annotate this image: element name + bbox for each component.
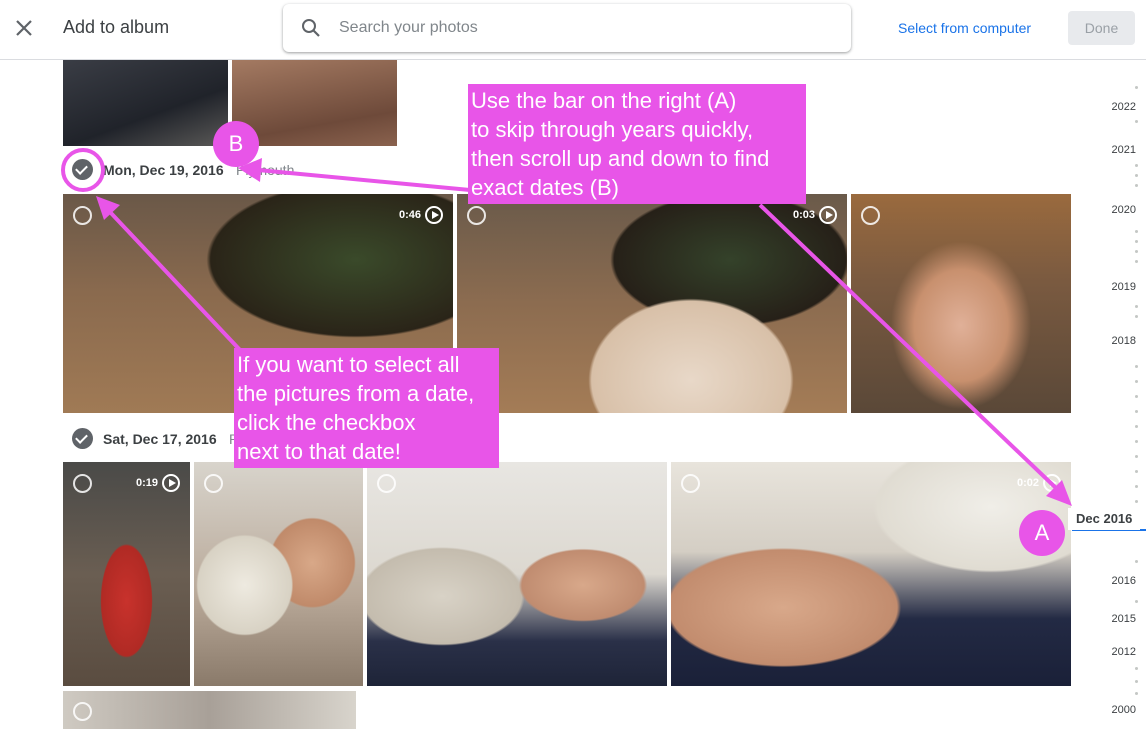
timeline-year[interactable]: 2021	[1112, 144, 1136, 156]
timeline-dot	[1135, 174, 1138, 177]
photo-select-circle[interactable]	[73, 474, 92, 493]
play-icon	[819, 206, 837, 224]
timeline-dot	[1135, 260, 1138, 263]
video-thumbnail[interactable]: 0:02	[671, 462, 1071, 686]
timeline-scrubber[interactable]: 2022 2021 2020 2019 2018 2016 2015 2012 …	[1085, 60, 1146, 729]
photo-thumbnail[interactable]	[851, 194, 1071, 413]
timeline-dot	[1135, 560, 1138, 563]
photo-select-circle[interactable]	[681, 474, 700, 493]
annotation-line: then scroll up and down to find	[471, 146, 770, 171]
photo-thumbnail[interactable]	[194, 462, 363, 686]
timeline-dot	[1135, 500, 1138, 503]
timeline-dot	[1135, 315, 1138, 318]
annotation-timeline-tip: Use the bar on the right (A) to skip thr…	[468, 84, 806, 204]
annotation-line: the pictures from a date,	[237, 381, 475, 406]
annotation-badge-b: B	[213, 121, 259, 167]
date-heading: Sat, Dec 17, 2016	[103, 431, 217, 447]
photo-select-circle[interactable]	[861, 206, 880, 225]
video-duration: 0:19	[135, 477, 158, 489]
timeline-dot	[1135, 365, 1138, 368]
annotation-line: exact dates (B)	[471, 175, 619, 200]
date-select-checkbox[interactable]	[72, 159, 93, 180]
timeline-dot	[1135, 305, 1138, 308]
search-icon	[302, 19, 320, 37]
timeline-year[interactable]: 2000	[1112, 704, 1136, 716]
dialog-title: Add to album	[63, 17, 170, 37]
video-duration: 0:02	[1016, 477, 1039, 489]
timeline-dot	[1135, 164, 1138, 167]
select-from-computer-link[interactable]: Select from computer	[898, 20, 1031, 36]
play-icon	[425, 206, 443, 224]
photo-select-circle[interactable]	[73, 206, 92, 225]
date-select-checkbox[interactable]	[72, 428, 93, 449]
timeline-dot	[1135, 240, 1138, 243]
play-icon	[1043, 474, 1061, 492]
top-bar: Add to album Select from computer Done	[0, 0, 1146, 60]
annotation-line: If you want to select all	[237, 352, 460, 377]
timeline-year[interactable]: 2019	[1112, 281, 1136, 293]
annotation-line: Use the bar on the right (A)	[471, 88, 737, 113]
timeline-year[interactable]: 2015	[1112, 613, 1136, 625]
photo-thumbnail[interactable]	[63, 60, 228, 146]
timeline-year[interactable]: 2012	[1112, 646, 1136, 658]
photo-thumbnail[interactable]	[367, 462, 667, 686]
timeline-dot	[1135, 667, 1138, 670]
photo-select-circle[interactable]	[377, 474, 396, 493]
done-button[interactable]: Done	[1068, 11, 1135, 45]
date-heading: Mon, Dec 19, 2016	[103, 162, 224, 178]
annotation-badge-a: A	[1019, 510, 1065, 556]
search-box[interactable]	[283, 4, 851, 52]
video-duration: 0:46	[398, 209, 421, 221]
photo-select-circle[interactable]	[204, 474, 223, 493]
timeline-year[interactable]: 2016	[1112, 575, 1136, 587]
timeline-dot	[1135, 425, 1138, 428]
timeline-dot	[1135, 395, 1138, 398]
annotation-line: to skip through years quickly,	[471, 117, 754, 142]
timeline-dot	[1135, 86, 1138, 89]
timeline-year[interactable]: 2022	[1112, 101, 1136, 113]
timeline-dot	[1135, 250, 1138, 253]
timeline-dot	[1135, 692, 1138, 695]
timeline-dot	[1135, 680, 1138, 683]
timeline-dot	[1135, 380, 1138, 383]
annotation-line: next to that date!	[237, 439, 401, 464]
photo-thumbnail[interactable]	[63, 691, 356, 729]
timeline-dot	[1135, 600, 1138, 603]
play-icon	[162, 474, 180, 492]
timeline-year[interactable]: 2020	[1112, 204, 1136, 216]
timeline-year[interactable]: 2018	[1112, 335, 1136, 347]
annotation-line: click the checkbox	[237, 410, 416, 435]
annotation-checkbox-tip: If you want to select all the pictures f…	[234, 348, 499, 468]
timeline-dot	[1135, 184, 1138, 187]
timeline-dot	[1135, 455, 1138, 458]
timeline-dot	[1135, 485, 1138, 488]
timeline-dot	[1135, 440, 1138, 443]
video-duration: 0:03	[792, 209, 815, 221]
close-icon[interactable]	[13, 17, 35, 39]
timeline-dot	[1135, 120, 1138, 123]
timeline-current-label: Dec 2016	[1068, 508, 1140, 530]
timeline-dot	[1135, 230, 1138, 233]
timeline-dot	[1135, 470, 1138, 473]
video-thumbnail[interactable]: 0:03	[457, 194, 847, 413]
photo-select-circle[interactable]	[73, 702, 92, 721]
photo-select-circle[interactable]	[467, 206, 486, 225]
timeline-dot	[1135, 410, 1138, 413]
video-thumbnail[interactable]: 0:19	[63, 462, 190, 686]
search-input[interactable]	[339, 16, 819, 40]
